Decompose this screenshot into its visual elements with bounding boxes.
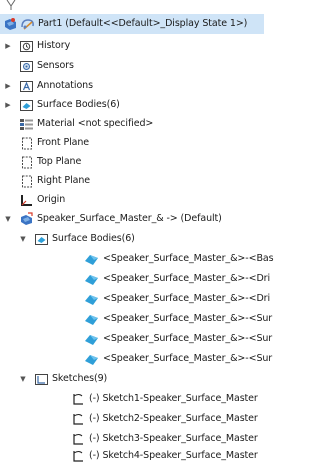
origin-icon (19, 193, 34, 208)
surface-body-item[interactable]: <Speaker_Surface_Master_&>-<Sur (0, 309, 272, 329)
tree-item-top-plane[interactable]: Top Plane (0, 152, 264, 172)
tree-item-annotations[interactable]: ▶ Annotations (0, 76, 264, 96)
tree-item-sensors[interactable]: Sensors (0, 56, 264, 76)
tree-item-label: Sensors (37, 60, 74, 71)
sketch-item[interactable]: (-) Sketch2-Speaker_Surface_Master (0, 409, 264, 429)
filter-icon[interactable] (5, 0, 17, 10)
surface-bodies-folder-icon (19, 98, 34, 113)
surface-body-icon (84, 292, 99, 307)
tree-item-derived-part[interactable]: ▼ Speaker_Surface_Master_& -> (Default) (0, 209, 264, 229)
surface-body-icon (84, 252, 99, 267)
sketch-icon (70, 392, 85, 407)
expand-arrow-icon[interactable]: ▶ (3, 95, 13, 115)
surface-body-item[interactable]: <Speaker_Surface_Master_&>-<Dri (0, 269, 270, 289)
plane-icon (19, 174, 34, 189)
collapse-arrow-icon[interactable]: ▼ (18, 369, 28, 389)
tree-item-label: Surface Bodies(6) (52, 233, 135, 244)
tree-item-history[interactable]: ▶ History (0, 36, 264, 56)
plane-icon (19, 136, 34, 151)
derived-part-icon (19, 212, 34, 227)
surface-body-item[interactable]: <Speaker_Surface_Master_&>-<Sur (0, 329, 272, 349)
tree-item-child-surface-bodies[interactable]: ▼ Surface Bodies(6) (0, 229, 264, 249)
tree-item-label: Origin (37, 194, 66, 205)
surface-body-item[interactable]: <Speaker_Surface_Master_&>-<Dri (0, 289, 270, 309)
tree-item-surface-bodies[interactable]: ▶ Surface Bodies(6) (0, 95, 264, 115)
sketch-label: (-) Sketch4-Speaker_Surface_Master (89, 450, 258, 461)
root-label: Part1 (Default<<Default>_Display State 1… (38, 18, 248, 29)
expand-arrow-icon[interactable]: ▶ (3, 36, 13, 56)
surface-body-label: <Speaker_Surface_Master_&>-<Bas (103, 253, 274, 264)
surface-body-label: <Speaker_Surface_Master_&>-<Sur (103, 353, 273, 364)
tree-item-origin[interactable]: Origin (0, 190, 264, 210)
surface-body-label: <Speaker_Surface_Master_&>-<Dri (103, 293, 271, 304)
tree-item-label: Top Plane (37, 156, 82, 167)
collapse-arrow-icon[interactable]: ▼ (3, 209, 13, 229)
tree-item-label: Right Plane (37, 175, 90, 186)
surface-body-icon (84, 352, 99, 367)
tree-item-sketches-folder[interactable]: ▼ Sketches(9) (0, 369, 264, 389)
tree-filter-bar (0, 0, 264, 14)
part-root-icon (3, 17, 18, 32)
tree-item-label: History (37, 40, 71, 51)
collapse-arrow-icon[interactable]: ▼ (18, 229, 28, 249)
surface-body-label: <Speaker_Surface_Master_&>-<Sur (103, 333, 273, 344)
plane-icon (19, 155, 34, 170)
sketch-icon (70, 412, 85, 427)
tree-item-label: Speaker_Surface_Master_& -> (Default) (37, 213, 222, 224)
sensors-icon (19, 59, 34, 74)
tree-item-material[interactable]: Material <not specified> (0, 114, 264, 134)
surface-body-item[interactable]: <Speaker_Surface_Master_&>-<Sur (0, 349, 272, 369)
surface-body-icon (84, 312, 99, 327)
surface-body-label: <Speaker_Surface_Master_&>-<Dri (103, 273, 271, 284)
tree-root-part1[interactable]: Part1 (Default<<Default>_Display State 1… (0, 14, 264, 34)
tree-item-label: Sketches(9) (52, 373, 108, 384)
tree-item-right-plane[interactable]: Right Plane (0, 171, 264, 191)
expand-arrow-icon[interactable]: ▶ (3, 76, 13, 96)
annotations-icon (19, 79, 34, 94)
tree-item-label: Annotations (37, 80, 93, 91)
material-icon (19, 117, 34, 132)
sketch-item[interactable]: (-) Sketch1-Speaker_Surface_Master (0, 389, 264, 409)
display-pane-icon (20, 17, 35, 32)
surface-body-icon (84, 272, 99, 287)
surface-body-label: <Speaker_Surface_Master_&>-<Sur (103, 313, 273, 324)
history-icon (19, 39, 34, 54)
sketch-icon (70, 432, 85, 447)
sketch-item[interactable]: (-) Sketch4-Speaker_Surface_Master (0, 446, 264, 466)
sketch-label: (-) Sketch1-Speaker_Surface_Master (89, 393, 258, 404)
sketch-label: (-) Sketch2-Speaker_Surface_Master (89, 413, 258, 424)
tree-item-label: Surface Bodies(6) (37, 99, 120, 110)
tree-item-label: Material <not specified> (37, 118, 154, 129)
tree-item-label: Front Plane (37, 137, 90, 148)
sketch-folder-icon (34, 372, 49, 387)
surface-bodies-folder-icon (34, 232, 49, 247)
surface-body-item[interactable]: <Speaker_Surface_Master_&>-<Bas (0, 249, 274, 269)
tree-item-front-plane[interactable]: Front Plane (0, 133, 264, 153)
surface-body-icon (84, 332, 99, 347)
